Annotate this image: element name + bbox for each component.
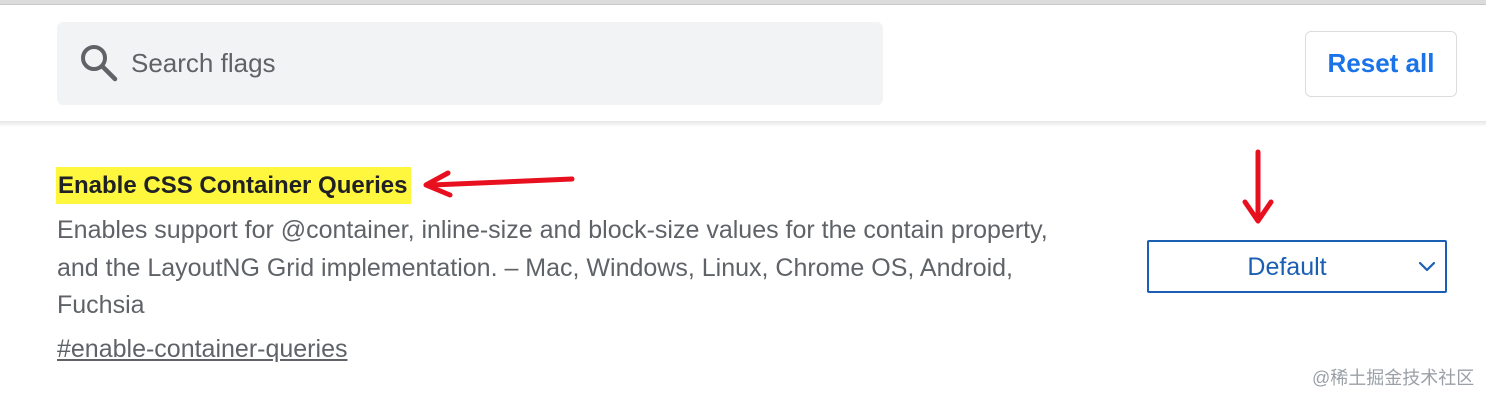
flag-description-line: Enables support for @container, inline-s… xyxy=(57,216,1048,244)
header-shadow xyxy=(0,121,1486,127)
flag-description-line: and the LayoutNG Grid implementation. – … xyxy=(57,253,1014,282)
annotation-arrow-left-icon xyxy=(423,170,575,198)
search-icon xyxy=(81,45,118,82)
search-input[interactable] xyxy=(131,40,871,86)
annotation-arrow-down-icon xyxy=(1242,149,1274,224)
flag-description: Enables support for @container, inline-s… xyxy=(57,212,1097,325)
flag-state-select[interactable]: Default xyxy=(1147,240,1447,293)
flag-anchor-link[interactable]: #enable-container-queries xyxy=(57,332,347,366)
flag-description-line: Fuchsia xyxy=(57,291,145,319)
flag-title: Enable CSS Container Queries xyxy=(56,167,412,204)
chevron-down-icon xyxy=(1418,261,1436,272)
reset-all-button[interactable]: Reset all xyxy=(1305,31,1457,97)
watermark: @稀土掘金技术社区 xyxy=(1312,368,1475,388)
select-value: Default xyxy=(1247,253,1327,281)
